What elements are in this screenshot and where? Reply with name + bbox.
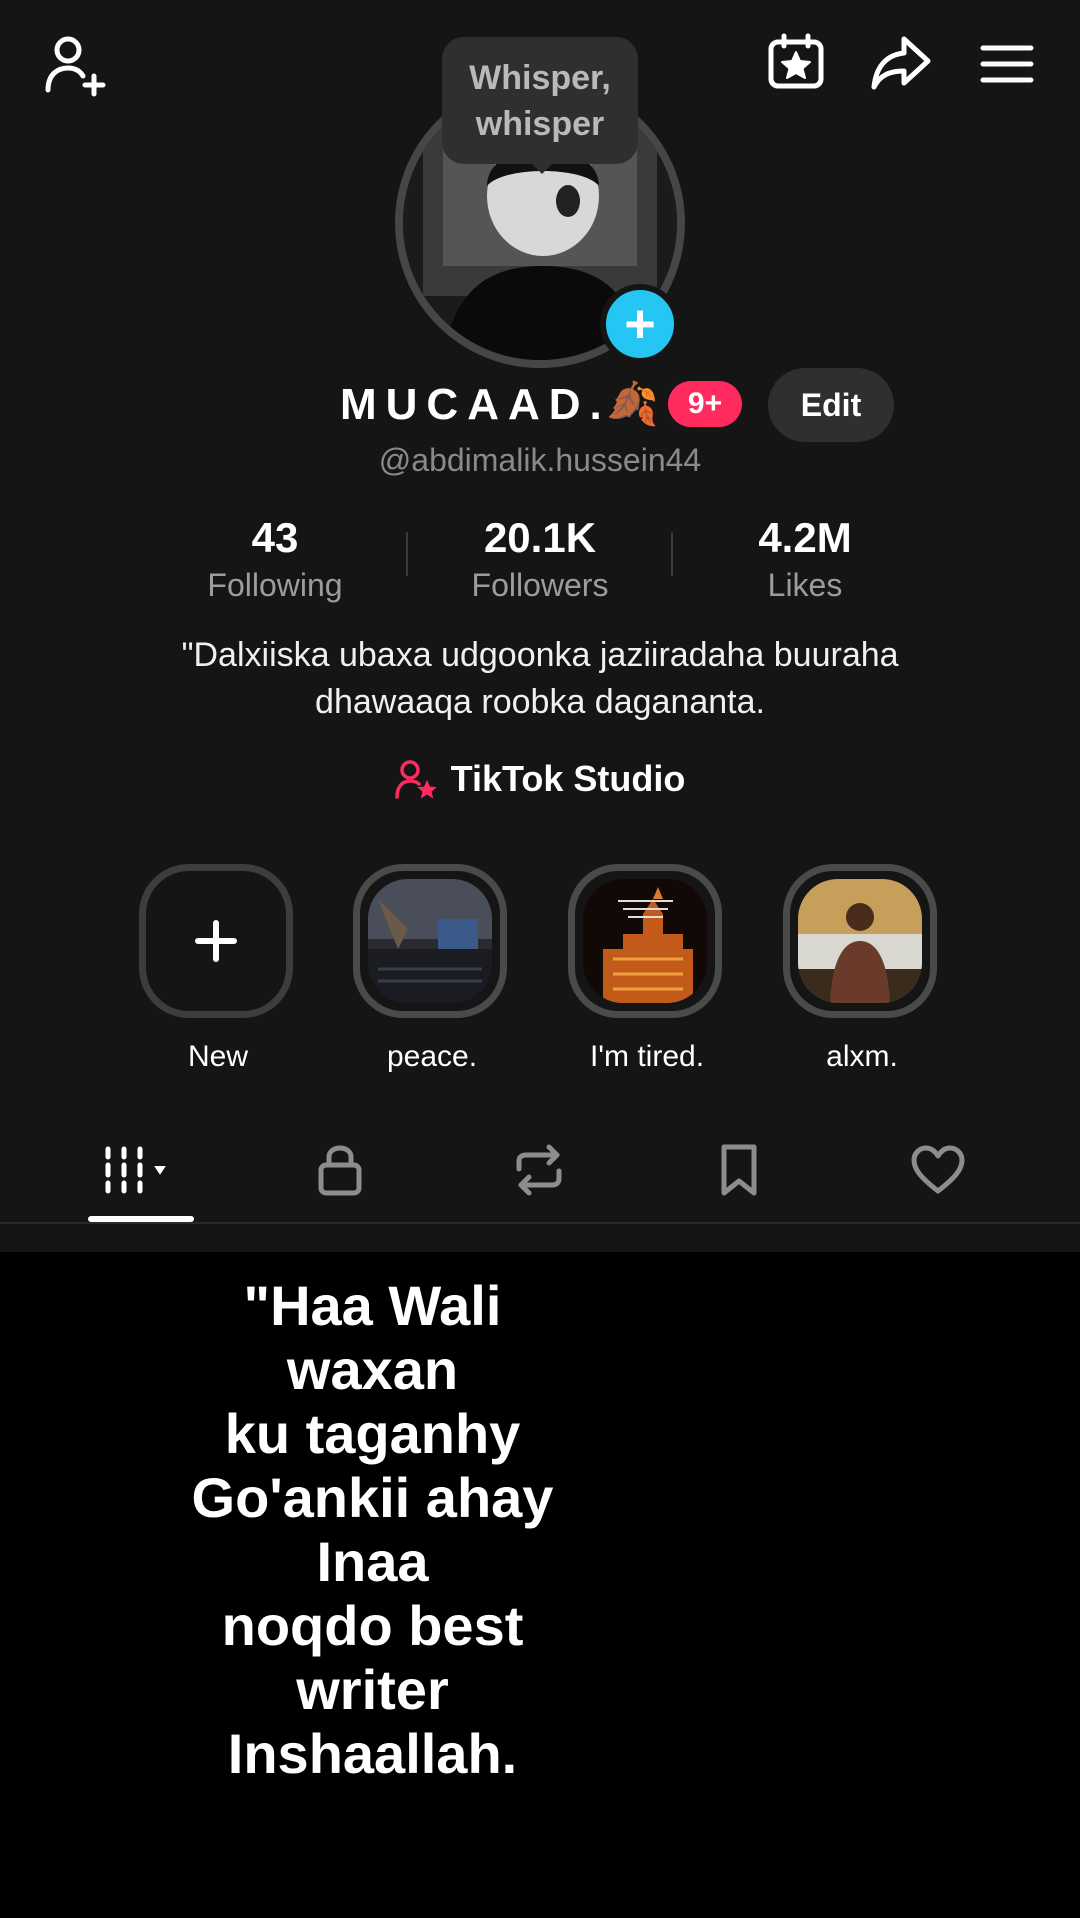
avatar-add-button[interactable]: + — [600, 284, 680, 364]
heart-icon — [911, 1145, 965, 1194]
username-handle: @abdimalik.hussein44 — [378, 442, 702, 478]
whisper-tooltip[interactable]: Whisper, whisper — [442, 37, 638, 164]
video-overlay-text: "Haa Wali waxan ku taganhy Go'ankii ahay… — [191, 1274, 554, 1785]
highlight-label: peace. — [386, 1040, 478, 1073]
bio-line: dhawaaqa roobka dagananta. — [315, 683, 765, 721]
tooltip-tail — [528, 160, 556, 174]
following-stat[interactable]: 43 Following — [145, 512, 405, 606]
highlight-thumbnail — [583, 879, 707, 1003]
highlight-label: I'm tired. — [589, 1040, 705, 1073]
stat-divider — [671, 532, 673, 576]
highlight-label: alxm. — [826, 1040, 898, 1073]
highlight-thumbnail — [798, 879, 922, 1003]
share-arrow-icon — [871, 36, 931, 90]
hamburger-menu-icon — [980, 45, 1034, 83]
tab-liked[interactable] — [888, 1140, 988, 1200]
profile-bio[interactable]: "Dalxiiska ubaxa udgoonka jaziiradaha bu… — [80, 632, 1000, 726]
studio-creator-icon — [394, 760, 437, 799]
menu-button[interactable] — [975, 34, 1039, 94]
videos-grid-icon — [105, 1146, 166, 1194]
tab-reposts[interactable] — [489, 1140, 589, 1200]
edit-profile-button[interactable]: Edit — [768, 368, 894, 442]
likes-count: 4.2M — [758, 514, 852, 561]
tiktok-studio-link[interactable]: TikTok Studio — [0, 758, 1080, 800]
add-user-icon — [45, 36, 106, 97]
add-friend-button[interactable] — [40, 30, 110, 100]
followers-count: 20.1K — [483, 514, 597, 561]
highlight-label: New — [187, 1040, 248, 1073]
bio-line: "Dalxiiska ubaxa udgoonka jaziiradaha bu… — [181, 636, 899, 674]
bookmark-icon — [721, 1144, 757, 1196]
plus-icon — [195, 920, 237, 962]
followers-label: Followers — [471, 567, 609, 603]
lock-icon — [318, 1145, 362, 1196]
likes-label: Likes — [767, 567, 843, 603]
tab-divider — [0, 1222, 1080, 1224]
likes-stat[interactable]: 4.2M Likes — [675, 512, 935, 606]
highlight-new[interactable]: New — [139, 864, 297, 1074]
highlight-im-tired[interactable]: I'm tired. — [568, 864, 726, 1074]
tooltip-line2: whisper — [475, 105, 605, 143]
tooltip-line1: Whisper, — [469, 59, 611, 97]
following-count: 43 — [251, 514, 299, 561]
notification-badge[interactable]: 9+ — [668, 381, 742, 427]
tab-favorites[interactable] — [689, 1140, 789, 1200]
repost-icon — [516, 1144, 562, 1196]
share-profile-button[interactable] — [868, 30, 934, 96]
highlight-alxm[interactable]: alxm. — [783, 864, 941, 1074]
calendar-star-button[interactable] — [764, 30, 828, 94]
tab-private[interactable] — [290, 1140, 390, 1200]
studio-label: TikTok Studio — [450, 758, 686, 799]
plus-icon: + — [624, 294, 656, 354]
stat-divider — [406, 532, 408, 576]
tab-videos[interactable] — [90, 1140, 190, 1200]
followers-stat[interactable]: 20.1K Followers — [410, 512, 670, 606]
highlight-thumbnail — [368, 879, 492, 1003]
highlight-peace[interactable]: peace. — [353, 864, 511, 1074]
following-label: Following — [207, 567, 343, 603]
calendar-star-icon — [768, 33, 824, 89]
display-name: MUCAAD. — [340, 380, 611, 429]
leaf-emoji: 🍂 — [606, 380, 659, 427]
